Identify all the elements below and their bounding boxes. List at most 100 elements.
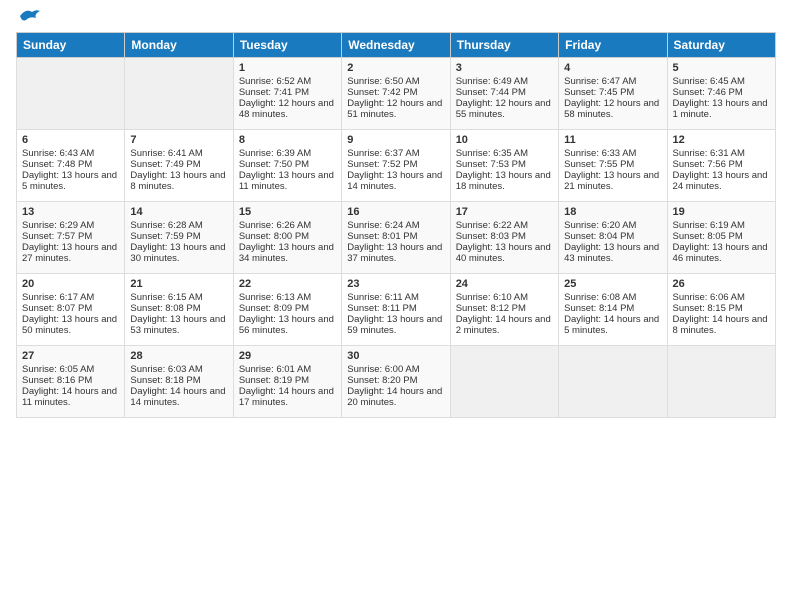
calendar-cell: 14Sunrise: 6:28 AMSunset: 7:59 PMDayligh… <box>125 202 233 274</box>
day-info: Sunset: 7:44 PM <box>456 87 553 98</box>
days-header-row: SundayMondayTuesdayWednesdayThursdayFrid… <box>17 33 776 58</box>
day-info: Daylight: 13 hours and 1 minute. <box>673 98 770 120</box>
day-number: 19 <box>673 206 770 218</box>
day-info: Sunset: 7:55 PM <box>564 159 661 170</box>
day-info: Daylight: 13 hours and 43 minutes. <box>564 242 661 264</box>
logo-bird-icon <box>18 8 40 24</box>
day-info: Sunset: 8:08 PM <box>130 303 227 314</box>
calendar-cell: 7Sunrise: 6:41 AMSunset: 7:49 PMDaylight… <box>125 130 233 202</box>
day-info: Sunrise: 6:05 AM <box>22 364 119 375</box>
calendar-cell: 15Sunrise: 6:26 AMSunset: 8:00 PMDayligh… <box>233 202 341 274</box>
calendar-cell <box>559 346 667 418</box>
day-info: Sunrise: 6:00 AM <box>347 364 444 375</box>
day-info: Sunrise: 6:37 AM <box>347 148 444 159</box>
day-info: Daylight: 12 hours and 51 minutes. <box>347 98 444 120</box>
calendar-cell: 17Sunrise: 6:22 AMSunset: 8:03 PMDayligh… <box>450 202 558 274</box>
calendar-table: SundayMondayTuesdayWednesdayThursdayFrid… <box>16 32 776 418</box>
calendar-cell: 24Sunrise: 6:10 AMSunset: 8:12 PMDayligh… <box>450 274 558 346</box>
calendar-cell: 5Sunrise: 6:45 AMSunset: 7:46 PMDaylight… <box>667 58 775 130</box>
day-info: Sunset: 7:45 PM <box>564 87 661 98</box>
day-number: 15 <box>239 206 336 218</box>
day-info: Sunrise: 6:43 AM <box>22 148 119 159</box>
week-row-5: 27Sunrise: 6:05 AMSunset: 8:16 PMDayligh… <box>17 346 776 418</box>
day-info: Daylight: 14 hours and 11 minutes. <box>22 386 119 408</box>
week-row-3: 13Sunrise: 6:29 AMSunset: 7:57 PMDayligh… <box>17 202 776 274</box>
day-info: Sunrise: 6:31 AM <box>673 148 770 159</box>
calendar-cell: 12Sunrise: 6:31 AMSunset: 7:56 PMDayligh… <box>667 130 775 202</box>
calendar-cell: 26Sunrise: 6:06 AMSunset: 8:15 PMDayligh… <box>667 274 775 346</box>
day-info: Sunset: 8:14 PM <box>564 303 661 314</box>
day-info: Sunrise: 6:29 AM <box>22 220 119 231</box>
day-header-wednesday: Wednesday <box>342 33 450 58</box>
week-row-4: 20Sunrise: 6:17 AMSunset: 8:07 PMDayligh… <box>17 274 776 346</box>
day-info: Daylight: 13 hours and 18 minutes. <box>456 170 553 192</box>
day-info: Daylight: 13 hours and 56 minutes. <box>239 314 336 336</box>
day-number: 11 <box>564 134 661 146</box>
calendar-cell: 28Sunrise: 6:03 AMSunset: 8:18 PMDayligh… <box>125 346 233 418</box>
day-number: 28 <box>130 350 227 362</box>
day-number: 12 <box>673 134 770 146</box>
day-number: 17 <box>456 206 553 218</box>
calendar-cell: 16Sunrise: 6:24 AMSunset: 8:01 PMDayligh… <box>342 202 450 274</box>
calendar-cell: 2Sunrise: 6:50 AMSunset: 7:42 PMDaylight… <box>342 58 450 130</box>
calendar-cell: 13Sunrise: 6:29 AMSunset: 7:57 PMDayligh… <box>17 202 125 274</box>
day-header-friday: Friday <box>559 33 667 58</box>
calendar-cell: 6Sunrise: 6:43 AMSunset: 7:48 PMDaylight… <box>17 130 125 202</box>
day-info: Daylight: 13 hours and 8 minutes. <box>130 170 227 192</box>
day-info: Daylight: 13 hours and 5 minutes. <box>22 170 119 192</box>
calendar-cell: 27Sunrise: 6:05 AMSunset: 8:16 PMDayligh… <box>17 346 125 418</box>
calendar-cell: 20Sunrise: 6:17 AMSunset: 8:07 PMDayligh… <box>17 274 125 346</box>
calendar-cell: 3Sunrise: 6:49 AMSunset: 7:44 PMDaylight… <box>450 58 558 130</box>
day-info: Sunset: 8:04 PM <box>564 231 661 242</box>
day-info: Sunrise: 6:41 AM <box>130 148 227 159</box>
day-number: 5 <box>673 62 770 74</box>
day-number: 21 <box>130 278 227 290</box>
day-info: Daylight: 13 hours and 50 minutes. <box>22 314 119 336</box>
day-number: 9 <box>347 134 444 146</box>
calendar-cell: 11Sunrise: 6:33 AMSunset: 7:55 PMDayligh… <box>559 130 667 202</box>
day-info: Sunrise: 6:50 AM <box>347 76 444 87</box>
week-row-1: 1Sunrise: 6:52 AMSunset: 7:41 PMDaylight… <box>17 58 776 130</box>
day-info: Sunset: 7:52 PM <box>347 159 444 170</box>
day-info: Daylight: 14 hours and 17 minutes. <box>239 386 336 408</box>
day-header-saturday: Saturday <box>667 33 775 58</box>
day-info: Sunrise: 6:49 AM <box>456 76 553 87</box>
day-info: Daylight: 12 hours and 58 minutes. <box>564 98 661 120</box>
day-info: Sunset: 8:19 PM <box>239 375 336 386</box>
day-info: Daylight: 14 hours and 8 minutes. <box>673 314 770 336</box>
day-info: Sunset: 7:53 PM <box>456 159 553 170</box>
calendar-page: SundayMondayTuesdayWednesdayThursdayFrid… <box>0 0 792 428</box>
day-info: Sunrise: 6:06 AM <box>673 292 770 303</box>
calendar-cell: 29Sunrise: 6:01 AMSunset: 8:19 PMDayligh… <box>233 346 341 418</box>
day-info: Sunrise: 6:28 AM <box>130 220 227 231</box>
day-number: 13 <box>22 206 119 218</box>
day-info: Sunset: 7:56 PM <box>673 159 770 170</box>
calendar-cell: 19Sunrise: 6:19 AMSunset: 8:05 PMDayligh… <box>667 202 775 274</box>
day-info: Sunrise: 6:01 AM <box>239 364 336 375</box>
calendar-cell: 30Sunrise: 6:00 AMSunset: 8:20 PMDayligh… <box>342 346 450 418</box>
day-info: Sunrise: 6:03 AM <box>130 364 227 375</box>
day-header-monday: Monday <box>125 33 233 58</box>
day-info: Sunrise: 6:08 AM <box>564 292 661 303</box>
day-info: Sunset: 8:12 PM <box>456 303 553 314</box>
day-info: Sunrise: 6:26 AM <box>239 220 336 231</box>
day-number: 14 <box>130 206 227 218</box>
day-number: 3 <box>456 62 553 74</box>
day-info: Daylight: 13 hours and 21 minutes. <box>564 170 661 192</box>
day-info: Sunrise: 6:52 AM <box>239 76 336 87</box>
day-info: Sunset: 7:42 PM <box>347 87 444 98</box>
calendar-cell: 21Sunrise: 6:15 AMSunset: 8:08 PMDayligh… <box>125 274 233 346</box>
day-info: Sunrise: 6:24 AM <box>347 220 444 231</box>
day-info: Sunset: 8:01 PM <box>347 231 444 242</box>
day-info: Sunrise: 6:11 AM <box>347 292 444 303</box>
day-info: Sunrise: 6:22 AM <box>456 220 553 231</box>
day-info: Daylight: 13 hours and 46 minutes. <box>673 242 770 264</box>
day-info: Sunset: 8:20 PM <box>347 375 444 386</box>
day-number: 16 <box>347 206 444 218</box>
day-number: 27 <box>22 350 119 362</box>
day-info: Daylight: 12 hours and 48 minutes. <box>239 98 336 120</box>
calendar-cell: 18Sunrise: 6:20 AMSunset: 8:04 PMDayligh… <box>559 202 667 274</box>
calendar-cell: 23Sunrise: 6:11 AMSunset: 8:11 PMDayligh… <box>342 274 450 346</box>
day-info: Daylight: 14 hours and 14 minutes. <box>130 386 227 408</box>
day-info: Sunrise: 6:45 AM <box>673 76 770 87</box>
